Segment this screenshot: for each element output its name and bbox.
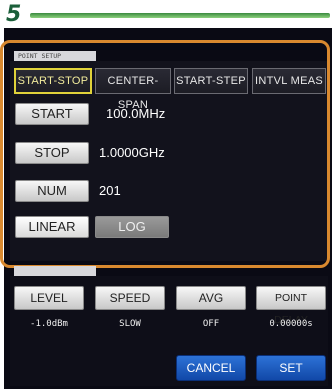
step-divider bbox=[30, 13, 330, 18]
step-badge: 5 bbox=[6, 2, 22, 27]
tab-center-span[interactable]: CENTER-SPAN bbox=[95, 68, 171, 111]
stop-button[interactable]: STOP bbox=[15, 142, 89, 164]
log-button[interactable]: LOG bbox=[95, 216, 169, 238]
num-value: 201 bbox=[99, 183, 121, 198]
avg-button[interactable]: AVG bbox=[176, 286, 246, 310]
point-delay-value: 0.00000s bbox=[269, 319, 313, 329]
section-label-point-setup: POINT SETUP bbox=[14, 51, 96, 61]
tab-start-step[interactable]: START-STEP bbox=[174, 68, 248, 94]
section-label-lower bbox=[14, 266, 96, 276]
tab-start-stop[interactable]: START-STOP bbox=[14, 68, 92, 94]
set-button[interactable]: SET bbox=[256, 355, 326, 381]
speed-value: SLOW bbox=[119, 319, 141, 329]
linear-button[interactable]: LINEAR bbox=[15, 216, 89, 238]
level-value: -1.0dBm bbox=[30, 319, 68, 329]
level-button[interactable]: LEVEL bbox=[14, 286, 84, 310]
point-delay-button[interactable]: POINT DELAY bbox=[256, 286, 326, 326]
cancel-button[interactable]: CANCEL bbox=[176, 355, 246, 381]
start-button[interactable]: START bbox=[15, 103, 89, 125]
speed-button[interactable]: SPEED bbox=[95, 286, 165, 310]
avg-value: OFF bbox=[202, 319, 220, 329]
start-value: 100.0MHz bbox=[106, 106, 166, 121]
num-button[interactable]: NUM bbox=[15, 180, 89, 202]
stop-value: 1.0000GHz bbox=[99, 145, 165, 160]
tab-intvl-meas[interactable]: INTVL MEAS bbox=[252, 68, 326, 94]
